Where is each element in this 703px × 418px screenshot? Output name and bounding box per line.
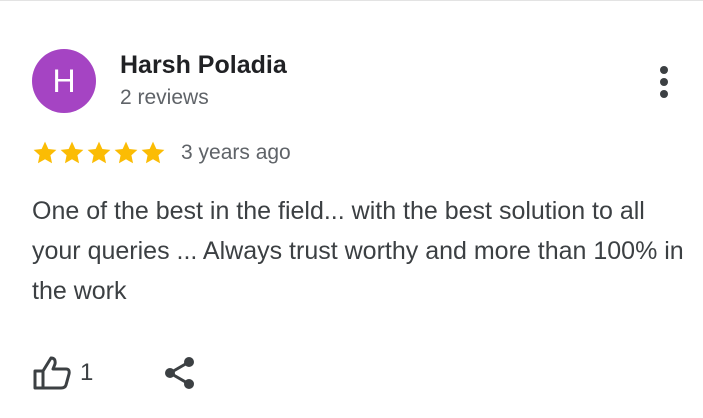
- avatar[interactable]: H: [32, 49, 96, 113]
- thumbs-up-icon: [33, 356, 71, 390]
- star-icon: [114, 141, 138, 164]
- star-icon: [87, 141, 111, 164]
- star-icon: [33, 141, 57, 164]
- share-icon: [165, 357, 194, 389]
- review-text: One of the best in the field... with the…: [32, 197, 684, 305]
- share-button[interactable]: [160, 353, 200, 393]
- like-count: 1: [80, 359, 94, 386]
- more-options-button[interactable]: [648, 61, 680, 103]
- star-icon: [141, 141, 165, 164]
- star-icon: [60, 141, 84, 164]
- review-date: 3 years ago: [181, 141, 291, 164]
- avatar-initial: H: [52, 63, 76, 99]
- more-vertical-icon: [660, 66, 668, 98]
- reviewer-name[interactable]: Harsh Poladia: [120, 51, 287, 80]
- rating-row: 3 years ago: [32, 137, 291, 169]
- star-rating: [32, 140, 167, 166]
- like-button[interactable]: 1: [32, 353, 93, 393]
- review-card: H Harsh Poladia 2 reviews 3 years ago On…: [0, 0, 703, 418]
- reviewer-review-count: 2 reviews: [120, 86, 209, 109]
